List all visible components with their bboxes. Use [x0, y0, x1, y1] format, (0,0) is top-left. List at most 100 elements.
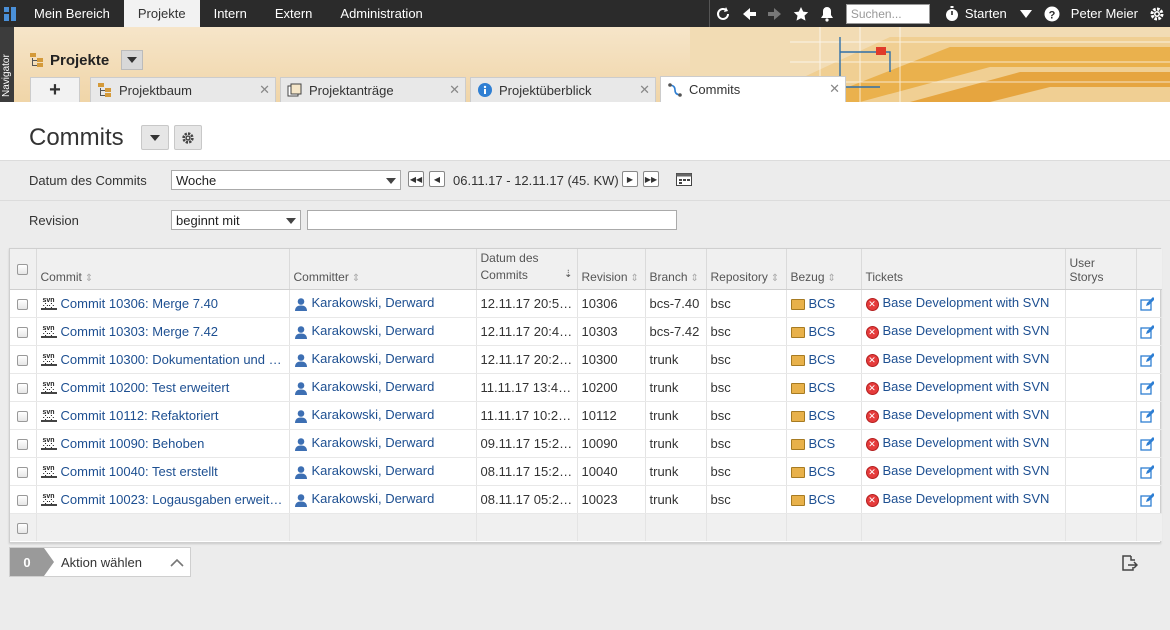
committer-cell[interactable]: Karakowski, Derward: [289, 485, 477, 514]
column-header-user-storys[interactable]: User Storys: [1065, 249, 1137, 290]
column-header-bezug[interactable]: Bezug ⇕: [786, 249, 862, 290]
bulk-action-selector[interactable]: 0 Aktion wählen: [9, 547, 191, 577]
commit-cell[interactable]: svn ⁘⁘ Commit 10112: Refaktoriert: [36, 401, 290, 430]
tab-projektantraege[interactable]: Projektanträge ✕: [280, 77, 466, 102]
navigator-sidebar-toggle[interactable]: Navigator: [0, 27, 14, 102]
commit-cell[interactable]: svn ⁘⁘ Commit 10200: Test erweitert: [36, 373, 290, 402]
ticket-link[interactable]: Base Development with SVN: [883, 407, 1050, 422]
ticket-cell[interactable]: ✕ Base Development with SVN: [861, 485, 1066, 514]
export-icon[interactable]: [1120, 554, 1139, 572]
page-menu-button[interactable]: [141, 125, 169, 150]
committer-link[interactable]: Karakowski, Derward: [312, 379, 435, 394]
ticket-link[interactable]: Base Development with SVN: [883, 295, 1050, 310]
bezug-link[interactable]: BCS: [809, 492, 836, 507]
column-header-committer[interactable]: Committer ⇕: [289, 249, 477, 290]
bezug-link[interactable]: BCS: [809, 296, 836, 311]
column-header-revision[interactable]: Revision ⇕: [577, 249, 646, 290]
ticket-cell[interactable]: ✕ Base Development with SVN: [861, 317, 1066, 346]
committer-cell[interactable]: Karakowski, Derward: [289, 429, 477, 458]
add-tab-button[interactable]: +: [30, 77, 80, 102]
commit-link[interactable]: Commit 10200: Test erweitert: [61, 380, 230, 395]
edit-icon[interactable]: [1140, 352, 1155, 367]
commit-link[interactable]: Commit 10306: Merge 7.40: [61, 296, 219, 311]
committer-link[interactable]: Karakowski, Derward: [312, 435, 435, 450]
tab-projektbaum[interactable]: Projektbaum ✕: [90, 77, 276, 102]
forward-arrow-icon[interactable]: [762, 0, 788, 27]
bezug-cell[interactable]: BCS: [786, 345, 862, 374]
table-row[interactable]: svn ⁘⁘ Commit 10023: Logausgaben erweitert…: [10, 485, 1162, 514]
select-all-checkbox[interactable]: [17, 264, 29, 276]
row-checkbox[interactable]: [17, 494, 29, 506]
edit-icon[interactable]: [1140, 492, 1155, 507]
committer-cell[interactable]: Karakowski, Derward: [289, 289, 477, 318]
user-name[interactable]: Peter Meier: [1065, 6, 1144, 21]
ticket-cell[interactable]: ✕ Base Development with SVN: [861, 289, 1066, 318]
close-icon[interactable]: ✕: [829, 81, 840, 97]
chevron-down-icon[interactable]: [1013, 0, 1039, 27]
ticket-cell[interactable]: ✕ Base Development with SVN: [861, 345, 1066, 374]
commit-link[interactable]: Commit 10023: Logausgaben erweitert: [61, 492, 285, 507]
date-period-select[interactable]: Woche: [171, 170, 401, 190]
bezug-link[interactable]: BCS: [809, 436, 836, 451]
back-arrow-icon[interactable]: [736, 0, 762, 27]
calendar-icon[interactable]: [676, 172, 692, 189]
table-row[interactable]: svn ⁘⁘ Commit 10090: Behoben Karakowski, De…: [10, 429, 1162, 458]
edit-icon[interactable]: [1140, 408, 1155, 423]
column-header-commit[interactable]: Commit ⇕: [36, 249, 290, 290]
commit-cell[interactable]: svn ⁘⁘ Commit 10040: Test erstellt: [36, 457, 290, 486]
nav-item-projekte[interactable]: Projekte: [123, 0, 200, 27]
ticket-cell[interactable]: ✕ Base Development with SVN: [861, 457, 1066, 486]
ticket-link[interactable]: Base Development with SVN: [883, 435, 1050, 450]
nav-item-extern[interactable]: Extern: [261, 0, 327, 27]
committer-link[interactable]: Karakowski, Derward: [312, 407, 435, 422]
row-checkbox[interactable]: [17, 410, 29, 422]
commit-cell[interactable]: svn ⁘⁘ Commit 10090: Behoben: [36, 429, 290, 458]
committer-link[interactable]: Karakowski, Derward: [312, 463, 435, 478]
commit-link[interactable]: Commit 10303: Merge 7.42: [61, 324, 219, 339]
edit-icon[interactable]: [1140, 436, 1155, 451]
committer-cell[interactable]: Karakowski, Derward: [289, 345, 477, 374]
row-checkbox[interactable]: [17, 354, 29, 366]
bezug-cell[interactable]: BCS: [786, 429, 862, 458]
edit-icon[interactable]: [1140, 380, 1155, 395]
committer-link[interactable]: Karakowski, Derward: [312, 295, 435, 310]
nav-item-intern[interactable]: Intern: [200, 0, 261, 27]
edit-icon[interactable]: [1140, 324, 1155, 339]
committer-cell[interactable]: Karakowski, Derward: [289, 317, 477, 346]
committer-cell[interactable]: Karakowski, Derward: [289, 373, 477, 402]
row-checkbox[interactable]: [17, 438, 29, 450]
nav-item-mein-bereich[interactable]: Mein Bereich: [20, 0, 124, 27]
table-row[interactable]: svn ⁘⁘ Commit 10303: Merge 7.42 Karakowski,…: [10, 317, 1162, 346]
column-header-repository[interactable]: Repository ⇕: [706, 249, 787, 290]
edit-icon[interactable]: [1140, 464, 1155, 479]
bezug-cell[interactable]: BCS: [786, 485, 862, 514]
committer-link[interactable]: Karakowski, Derward: [312, 351, 435, 366]
table-row[interactable]: svn ⁘⁘ Commit 10040: Test erstellt Karakows…: [10, 457, 1162, 486]
table-row[interactable]: svn ⁘⁘ Commit 10306: Merge 7.40 Karakowski,…: [10, 289, 1162, 318]
bezug-link[interactable]: BCS: [809, 464, 836, 479]
help-icon[interactable]: ?: [1039, 0, 1065, 27]
nav-item-administration[interactable]: Administration: [326, 0, 436, 27]
page-settings-button[interactable]: [174, 125, 202, 150]
ticket-link[interactable]: Base Development with SVN: [883, 463, 1050, 478]
column-header-tickets[interactable]: Tickets: [861, 249, 1066, 290]
commit-cell[interactable]: svn ⁘⁘ Commit 10306: Merge 7.40: [36, 289, 290, 318]
ticket-cell[interactable]: ✕ Base Development with SVN: [861, 429, 1066, 458]
bezug-link[interactable]: BCS: [809, 324, 836, 339]
footer-checkbox[interactable]: [17, 522, 29, 534]
commit-cell[interactable]: svn ⁘⁘ Commit 10023: Logausgaben erweitert: [36, 485, 290, 514]
row-checkbox[interactable]: [17, 298, 29, 310]
last-period-button[interactable]: ▶▶: [643, 171, 659, 187]
row-checkbox[interactable]: [17, 466, 29, 478]
previous-period-button[interactable]: ◀: [429, 171, 445, 187]
tab-commits[interactable]: Commits ✕: [660, 76, 846, 102]
revision-input[interactable]: [307, 210, 677, 230]
bezug-cell[interactable]: BCS: [786, 289, 862, 318]
ticket-cell[interactable]: ✕ Base Development with SVN: [861, 401, 1066, 430]
edit-icon[interactable]: [1140, 296, 1155, 311]
ticket-link[interactable]: Base Development with SVN: [883, 379, 1050, 394]
bell-icon[interactable]: [814, 0, 840, 27]
bezug-cell[interactable]: BCS: [786, 457, 862, 486]
bezug-cell[interactable]: BCS: [786, 401, 862, 430]
table-row[interactable]: svn ⁘⁘ Commit 10300: Dokumentation und R..…: [10, 345, 1162, 374]
